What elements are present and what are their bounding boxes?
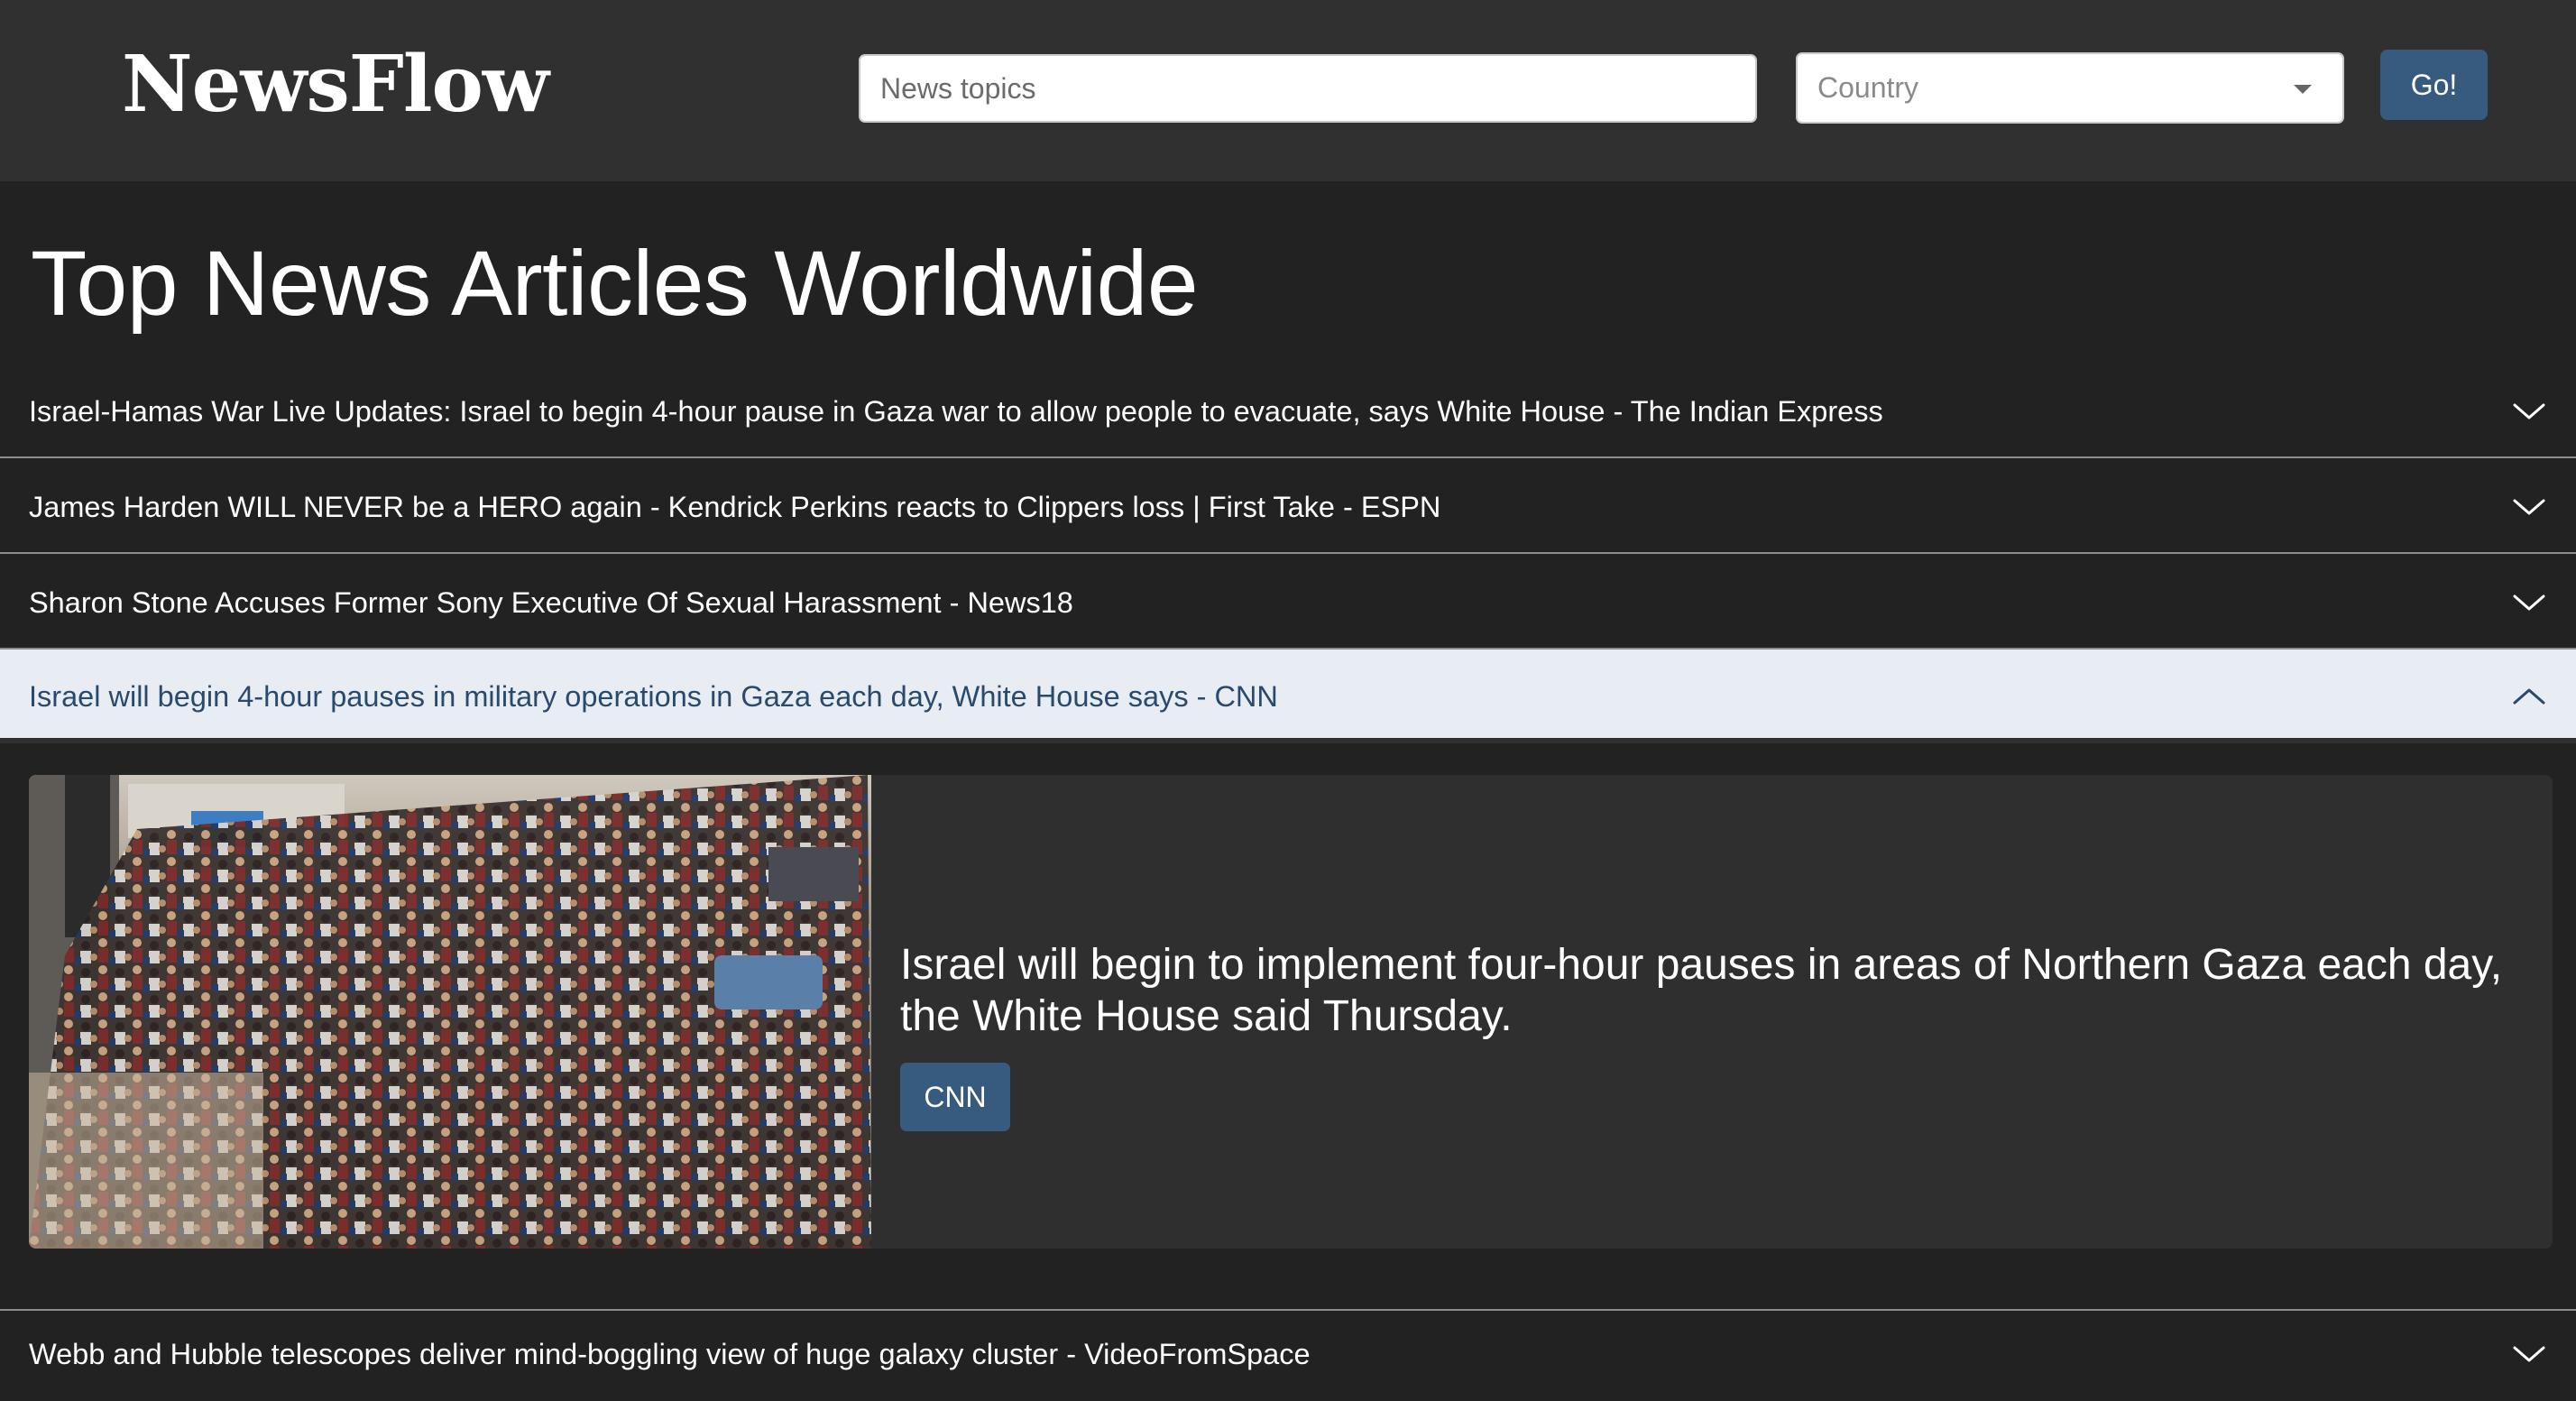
accordion-item-header[interactable]: Israel-Hamas War Live Updates: Israel to… bbox=[0, 364, 2576, 458]
go-button[interactable]: Go! bbox=[2380, 50, 2488, 120]
chevron-up-icon bbox=[2511, 650, 2547, 743]
country-select-placeholder: Country bbox=[1817, 71, 1919, 104]
chevron-down-icon bbox=[2511, 556, 2547, 650]
accordion-item-header[interactable]: James Harden WILL NEVER be a HERO again … bbox=[0, 460, 2576, 554]
brand-logo[interactable]: NewsFlow bbox=[122, 34, 549, 135]
article-headline: Israel-Hamas War Live Updates: Israel to… bbox=[29, 395, 1883, 428]
article-card: Israel will begin to implement four-hour… bbox=[29, 775, 2553, 1249]
article-headline: Webb and Hubble telescopes deliver mind-… bbox=[29, 1338, 1311, 1370]
accordion-item-header-expanded[interactable]: Israel will begin 4-hour pauses in milit… bbox=[0, 650, 2576, 743]
caret-down-icon bbox=[2294, 85, 2312, 94]
news-topics-input[interactable] bbox=[859, 54, 1757, 123]
article-headline: Sharon Stone Accuses Former Sony Executi… bbox=[29, 586, 1073, 619]
accordion-panel: Israel will begin to implement four-hour… bbox=[0, 749, 2576, 1309]
source-button[interactable]: CNN bbox=[900, 1063, 1010, 1131]
accordion-item-header[interactable]: Webb and Hubble telescopes deliver mind-… bbox=[0, 1309, 2576, 1393]
chevron-down-icon bbox=[2511, 460, 2547, 554]
chevron-down-icon bbox=[2511, 364, 2547, 458]
country-select[interactable]: Country bbox=[1796, 52, 2344, 124]
navbar: NewsFlow Country Go! bbox=[0, 0, 2576, 181]
page-title: Top News Articles Worldwide bbox=[31, 232, 1199, 335]
chevron-down-icon bbox=[2511, 1307, 2547, 1401]
article-headline: Israel will begin 4-hour pauses in milit… bbox=[29, 680, 1278, 713]
accordion-item-header[interactable]: Sharon Stone Accuses Former Sony Executi… bbox=[0, 556, 2576, 650]
article-summary: Israel will begin to implement four-hour… bbox=[900, 941, 2503, 1040]
article-image bbox=[29, 775, 871, 1249]
article-headline: James Harden WILL NEVER be a HERO again … bbox=[29, 491, 1441, 523]
